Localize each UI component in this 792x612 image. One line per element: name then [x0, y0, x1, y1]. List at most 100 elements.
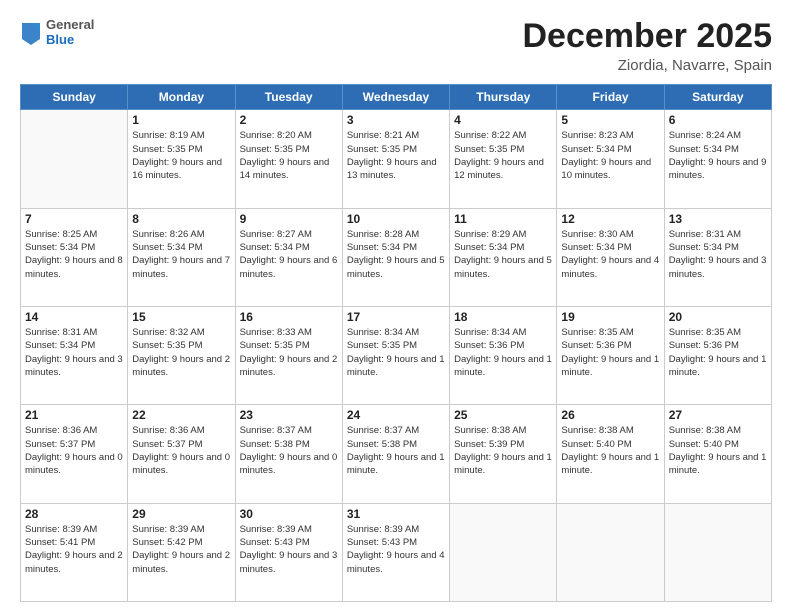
- day-number: 12: [561, 212, 659, 226]
- cell-sunrise: Sunrise: 8:39 AMSunset: 5:42 PMDaylight:…: [132, 524, 230, 575]
- title-block: December 2025 Ziordia, Navarre, Spain: [522, 18, 772, 74]
- day-number: 3: [347, 113, 445, 127]
- cell-sunrise: Sunrise: 8:26 AMSunset: 5:34 PMDaylight:…: [132, 229, 230, 280]
- calendar-cell: 21 Sunrise: 8:36 AMSunset: 5:37 PMDaylig…: [21, 405, 128, 503]
- cell-sunrise: Sunrise: 8:38 AMSunset: 5:40 PMDaylight:…: [561, 425, 659, 476]
- cell-sunrise: Sunrise: 8:36 AMSunset: 5:37 PMDaylight:…: [132, 425, 230, 476]
- cell-sunrise: Sunrise: 8:38 AMSunset: 5:40 PMDaylight:…: [669, 425, 767, 476]
- calendar-cell: 17 Sunrise: 8:34 AMSunset: 5:35 PMDaylig…: [342, 307, 449, 405]
- day-number: 30: [240, 507, 338, 521]
- cell-sunrise: Sunrise: 8:37 AMSunset: 5:38 PMDaylight:…: [347, 425, 445, 476]
- calendar-cell: [21, 110, 128, 208]
- weekday-header-thursday: Thursday: [450, 85, 557, 110]
- title-location: Ziordia, Navarre, Spain: [522, 57, 772, 74]
- weekday-header-friday: Friday: [557, 85, 664, 110]
- day-number: 14: [25, 310, 123, 324]
- weekday-header-sunday: Sunday: [21, 85, 128, 110]
- cell-sunrise: Sunrise: 8:19 AMSunset: 5:35 PMDaylight:…: [132, 130, 222, 181]
- day-number: 22: [132, 408, 230, 422]
- calendar-week-row: 7 Sunrise: 8:25 AMSunset: 5:34 PMDayligh…: [21, 208, 772, 306]
- weekday-header-tuesday: Tuesday: [235, 85, 342, 110]
- day-number: 6: [669, 113, 767, 127]
- calendar-cell: 6 Sunrise: 8:24 AMSunset: 5:34 PMDayligh…: [664, 110, 771, 208]
- calendar-cell: 11 Sunrise: 8:29 AMSunset: 5:34 PMDaylig…: [450, 208, 557, 306]
- day-number: 26: [561, 408, 659, 422]
- day-number: 7: [25, 212, 123, 226]
- cell-sunrise: Sunrise: 8:35 AMSunset: 5:36 PMDaylight:…: [669, 327, 767, 378]
- calendar-week-row: 1 Sunrise: 8:19 AMSunset: 5:35 PMDayligh…: [21, 110, 772, 208]
- day-number: 11: [454, 212, 552, 226]
- calendar-cell: 16 Sunrise: 8:33 AMSunset: 5:35 PMDaylig…: [235, 307, 342, 405]
- calendar-table: SundayMondayTuesdayWednesdayThursdayFrid…: [20, 84, 772, 602]
- calendar-cell: 7 Sunrise: 8:25 AMSunset: 5:34 PMDayligh…: [21, 208, 128, 306]
- calendar-cell: 4 Sunrise: 8:22 AMSunset: 5:35 PMDayligh…: [450, 110, 557, 208]
- calendar-cell: 5 Sunrise: 8:23 AMSunset: 5:34 PMDayligh…: [557, 110, 664, 208]
- calendar-cell: 23 Sunrise: 8:37 AMSunset: 5:38 PMDaylig…: [235, 405, 342, 503]
- logo-general-text: General: [46, 18, 94, 33]
- cell-sunrise: Sunrise: 8:24 AMSunset: 5:34 PMDaylight:…: [669, 130, 767, 181]
- header: General Blue December 2025 Ziordia, Nava…: [20, 18, 772, 74]
- calendar-cell: 12 Sunrise: 8:30 AMSunset: 5:34 PMDaylig…: [557, 208, 664, 306]
- day-number: 27: [669, 408, 767, 422]
- logo: General Blue: [20, 18, 94, 48]
- calendar-cell: 20 Sunrise: 8:35 AMSunset: 5:36 PMDaylig…: [664, 307, 771, 405]
- calendar-cell: 3 Sunrise: 8:21 AMSunset: 5:35 PMDayligh…: [342, 110, 449, 208]
- calendar-cell: 31 Sunrise: 8:39 AMSunset: 5:43 PMDaylig…: [342, 503, 449, 601]
- cell-sunrise: Sunrise: 8:32 AMSunset: 5:35 PMDaylight:…: [132, 327, 230, 378]
- calendar-cell: 2 Sunrise: 8:20 AMSunset: 5:35 PMDayligh…: [235, 110, 342, 208]
- calendar-cell: 15 Sunrise: 8:32 AMSunset: 5:35 PMDaylig…: [128, 307, 235, 405]
- cell-sunrise: Sunrise: 8:27 AMSunset: 5:34 PMDaylight:…: [240, 229, 338, 280]
- cell-sunrise: Sunrise: 8:23 AMSunset: 5:34 PMDaylight:…: [561, 130, 651, 181]
- cell-sunrise: Sunrise: 8:34 AMSunset: 5:36 PMDaylight:…: [454, 327, 552, 378]
- cell-sunrise: Sunrise: 8:28 AMSunset: 5:34 PMDaylight:…: [347, 229, 445, 280]
- day-number: 1: [132, 113, 230, 127]
- calendar-cell: [664, 503, 771, 601]
- day-number: 29: [132, 507, 230, 521]
- title-month: December 2025: [522, 18, 772, 55]
- calendar-cell: 27 Sunrise: 8:38 AMSunset: 5:40 PMDaylig…: [664, 405, 771, 503]
- day-number: 23: [240, 408, 338, 422]
- calendar-cell: 24 Sunrise: 8:37 AMSunset: 5:38 PMDaylig…: [342, 405, 449, 503]
- calendar-week-row: 21 Sunrise: 8:36 AMSunset: 5:37 PMDaylig…: [21, 405, 772, 503]
- day-number: 17: [347, 310, 445, 324]
- cell-sunrise: Sunrise: 8:34 AMSunset: 5:35 PMDaylight:…: [347, 327, 445, 378]
- day-number: 21: [25, 408, 123, 422]
- cell-sunrise: Sunrise: 8:33 AMSunset: 5:35 PMDaylight:…: [240, 327, 338, 378]
- day-number: 20: [669, 310, 767, 324]
- day-number: 31: [347, 507, 445, 521]
- calendar-week-row: 28 Sunrise: 8:39 AMSunset: 5:41 PMDaylig…: [21, 503, 772, 601]
- calendar-cell: 29 Sunrise: 8:39 AMSunset: 5:42 PMDaylig…: [128, 503, 235, 601]
- day-number: 28: [25, 507, 123, 521]
- day-number: 18: [454, 310, 552, 324]
- cell-sunrise: Sunrise: 8:39 AMSunset: 5:43 PMDaylight:…: [347, 524, 445, 575]
- calendar-cell: 1 Sunrise: 8:19 AMSunset: 5:35 PMDayligh…: [128, 110, 235, 208]
- calendar-cell: 26 Sunrise: 8:38 AMSunset: 5:40 PMDaylig…: [557, 405, 664, 503]
- weekday-header-row: SundayMondayTuesdayWednesdayThursdayFrid…: [21, 85, 772, 110]
- calendar-cell: 28 Sunrise: 8:39 AMSunset: 5:41 PMDaylig…: [21, 503, 128, 601]
- cell-sunrise: Sunrise: 8:35 AMSunset: 5:36 PMDaylight:…: [561, 327, 659, 378]
- day-number: 24: [347, 408, 445, 422]
- cell-sunrise: Sunrise: 8:31 AMSunset: 5:34 PMDaylight:…: [669, 229, 767, 280]
- calendar-cell: [557, 503, 664, 601]
- calendar-cell: 13 Sunrise: 8:31 AMSunset: 5:34 PMDaylig…: [664, 208, 771, 306]
- weekday-header-saturday: Saturday: [664, 85, 771, 110]
- cell-sunrise: Sunrise: 8:39 AMSunset: 5:41 PMDaylight:…: [25, 524, 123, 575]
- calendar-cell: 10 Sunrise: 8:28 AMSunset: 5:34 PMDaylig…: [342, 208, 449, 306]
- cell-sunrise: Sunrise: 8:30 AMSunset: 5:34 PMDaylight:…: [561, 229, 659, 280]
- logo-icon: [20, 19, 42, 47]
- day-number: 10: [347, 212, 445, 226]
- day-number: 5: [561, 113, 659, 127]
- calendar-cell: 9 Sunrise: 8:27 AMSunset: 5:34 PMDayligh…: [235, 208, 342, 306]
- cell-sunrise: Sunrise: 8:20 AMSunset: 5:35 PMDaylight:…: [240, 130, 330, 181]
- weekday-header-monday: Monday: [128, 85, 235, 110]
- calendar-week-row: 14 Sunrise: 8:31 AMSunset: 5:34 PMDaylig…: [21, 307, 772, 405]
- day-number: 9: [240, 212, 338, 226]
- cell-sunrise: Sunrise: 8:39 AMSunset: 5:43 PMDaylight:…: [240, 524, 338, 575]
- weekday-header-wednesday: Wednesday: [342, 85, 449, 110]
- cell-sunrise: Sunrise: 8:25 AMSunset: 5:34 PMDaylight:…: [25, 229, 123, 280]
- cell-sunrise: Sunrise: 8:21 AMSunset: 5:35 PMDaylight:…: [347, 130, 437, 181]
- calendar-cell: 22 Sunrise: 8:36 AMSunset: 5:37 PMDaylig…: [128, 405, 235, 503]
- calendar-cell: 30 Sunrise: 8:39 AMSunset: 5:43 PMDaylig…: [235, 503, 342, 601]
- day-number: 15: [132, 310, 230, 324]
- calendar-cell: 25 Sunrise: 8:38 AMSunset: 5:39 PMDaylig…: [450, 405, 557, 503]
